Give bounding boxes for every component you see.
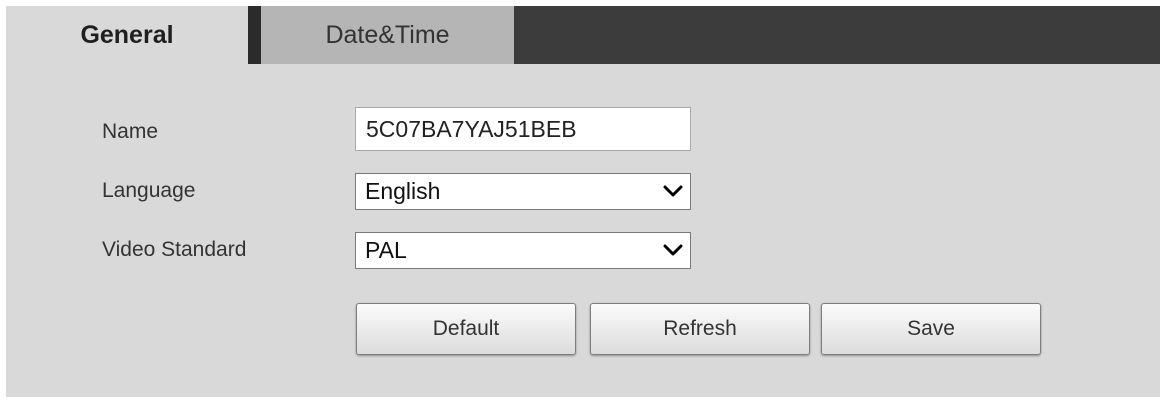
save-button[interactable]: Save — [821, 303, 1041, 355]
refresh-button[interactable]: Refresh — [590, 303, 810, 355]
language-select[interactable]: English — [355, 173, 691, 210]
video-standard-select-value: PAL — [365, 237, 407, 263]
video-standard-select[interactable]: PAL — [355, 232, 691, 269]
name-field[interactable] — [355, 107, 691, 151]
settings-panel: General Date&Time Name Language English … — [6, 6, 1160, 397]
name-label: Name — [102, 120, 159, 143]
chevron-down-icon — [663, 185, 683, 197]
default-button[interactable]: Default — [356, 303, 576, 355]
tab-general[interactable]: General — [6, 6, 248, 64]
language-label: Language — [102, 179, 196, 202]
chevron-down-icon — [663, 244, 683, 256]
tab-bar: General Date&Time — [6, 6, 1160, 64]
tab-divider — [248, 6, 261, 64]
video-standard-label: Video Standard — [102, 238, 247, 261]
tab-date-time[interactable]: Date&Time — [261, 6, 514, 64]
language-select-value: English — [365, 178, 441, 204]
